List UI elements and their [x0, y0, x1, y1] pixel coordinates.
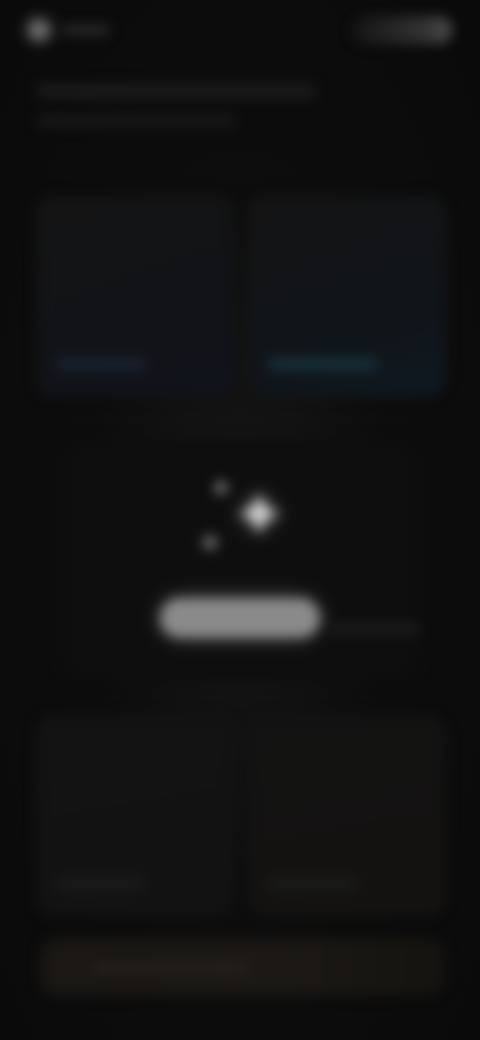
tile-card-3[interactable]: [36, 716, 234, 916]
hero-panel: [60, 440, 420, 680]
tile-label: [268, 358, 378, 370]
circle-logo-icon: [28, 19, 50, 41]
app-screen: ✦ ✦ ✦: [0, 0, 480, 1040]
tile-card-1[interactable]: [36, 196, 234, 396]
sparkle-icon: ✦: [232, 479, 286, 551]
tile-label: [268, 878, 358, 890]
heading-line: [36, 84, 316, 98]
tile-label: [56, 878, 146, 890]
page-heading: [36, 84, 376, 144]
sparkle-icon: ✦: [195, 525, 225, 563]
hero-button[interactable]: [160, 598, 320, 638]
tile-card-2[interactable]: [248, 196, 446, 396]
brand-name-placeholder: [62, 25, 110, 35]
top-bar: [0, 0, 480, 60]
bottom-bar-label-placeholder: [90, 962, 250, 974]
hero-caption-placeholder: [330, 624, 420, 634]
top-action-button[interactable]: [352, 16, 452, 44]
subheading-line: [36, 114, 236, 128]
tile-label: [56, 358, 146, 370]
tile-card-4[interactable]: [248, 716, 446, 916]
brand[interactable]: [28, 19, 110, 41]
